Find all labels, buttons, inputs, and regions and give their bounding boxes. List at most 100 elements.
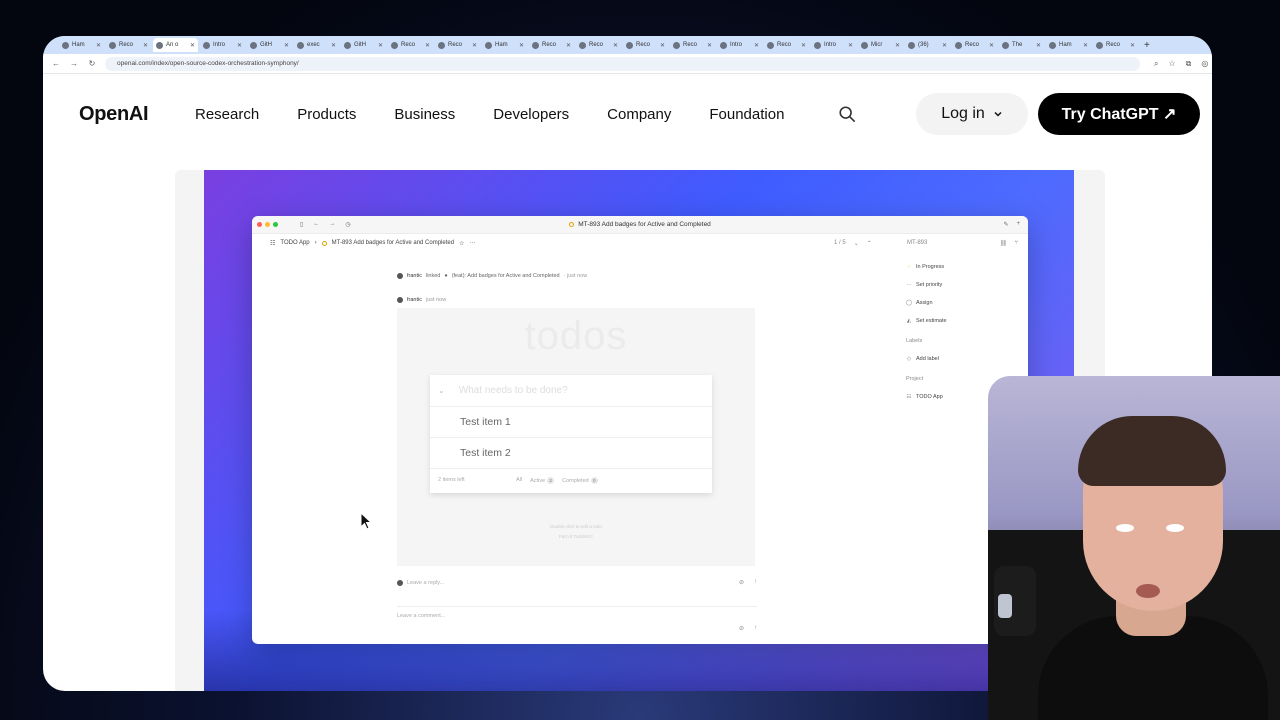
nav-research[interactable]: Research [195,106,259,123]
more-icon[interactable]: ··· [469,240,475,246]
close-icon[interactable]: ✕ [613,42,618,49]
close-icon[interactable]: ✕ [284,42,289,49]
close-icon[interactable]: ✕ [237,42,242,49]
reply-field[interactable]: Leave a reply... ⊘ ↑ [397,579,757,586]
try-chatgpt-button[interactable]: Try ChatGPT ↗ [1038,93,1200,135]
zoom-icon[interactable]: ⌕ [1154,59,1158,69]
browser-tab[interactable]: Ham ✕ [1046,38,1091,52]
nav-developers[interactable]: Developers [493,106,569,123]
browser-tab[interactable]: Ham ✕ [59,38,104,52]
close-icon[interactable]: ✕ [331,42,336,49]
add-icon[interactable]: + [1016,221,1020,228]
send-icon[interactable]: ↑ [754,625,757,632]
browser-tab[interactable]: Reco ✕ [670,38,715,52]
close-icon[interactable]: ✕ [566,42,571,49]
back-icon[interactable]: ← [51,59,61,68]
link-icon[interactable]: ✎ [1003,221,1008,228]
nav-business[interactable]: Business [394,106,455,123]
nav-company[interactable]: Company [607,106,671,123]
status-property[interactable]: ◌ In Progress [906,258,947,276]
favicon-icon [1049,41,1056,49]
link-icon[interactable]: ⛓ [1000,240,1008,247]
profile-icon[interactable]: ◎ [1201,59,1208,69]
branch-icon[interactable]: ⑂ [1014,240,1018,247]
browser-tab[interactable]: GitH ✕ [247,38,292,52]
estimate-property[interactable]: ◭ Set estimate [906,312,947,330]
close-icon[interactable]: ✕ [989,42,994,49]
close-icon[interactable]: ✕ [707,42,712,49]
chevron-down-icon[interactable]: ⌄ [854,240,859,247]
close-icon[interactable]: ✕ [754,42,759,49]
browser-tab[interactable]: Reco ✕ [529,38,574,52]
assign-property[interactable]: ◯ Assign [906,294,947,312]
browser-tab[interactable]: GitH ✕ [341,38,386,52]
close-icon[interactable]: ✕ [96,42,101,49]
browser-tab[interactable]: exec ✕ [294,38,339,52]
browser-tab[interactable]: Ham ✕ [482,38,527,52]
nav-products[interactable]: Products [297,106,356,123]
star-icon[interactable]: ☆ [459,240,464,247]
browser-tab[interactable]: Reco ✕ [952,38,997,52]
browser-tab[interactable]: Reco ✕ [106,38,151,52]
crumb-issue[interactable]: MT-893 Add badges for Active and Complet… [332,240,454,246]
extensions-icon[interactable]: ⧉ [1186,59,1192,69]
browser-tab[interactable]: Reco ✕ [764,38,809,52]
send-icon[interactable]: ↑ [754,579,757,586]
url-input[interactable]: openai.com/index/open-source-codex-orche… [105,56,1140,71]
priority-property[interactable]: ··· Set priority [906,276,947,294]
browser-tab[interactable]: Micr ✕ [858,38,903,52]
close-icon[interactable]: ✕ [378,42,383,49]
browser-tab[interactable]: Reco ✕ [576,38,621,52]
forward-icon[interactable]: → [69,59,79,68]
browser-tab[interactable]: Reco ✕ [388,38,433,52]
close-icon[interactable]: ✕ [660,42,665,49]
browser-tab[interactable]: Intro ✕ [811,38,856,52]
issue-id: MT-893 [907,240,928,246]
browser-tab[interactable]: An o ✕ [153,38,198,52]
openai-logo[interactable]: OpenAI [79,103,149,126]
favicon-icon [297,41,304,49]
close-icon[interactable]: ✕ [425,42,430,49]
filter-all[interactable]: All [516,477,522,483]
close-icon[interactable]: ✕ [519,42,524,49]
close-icon[interactable]: ✕ [895,42,900,49]
attach-icon[interactable]: ⊘ [739,625,744,632]
search-icon[interactable] [838,105,856,123]
filter-active[interactable]: Active 2 [530,476,555,484]
close-icon[interactable]: ✕ [1083,42,1088,49]
todo-item[interactable]: Test item 2 [430,438,712,469]
filter-completed[interactable]: Completed 0 [562,476,598,484]
browser-tab[interactable]: The ✕ [999,38,1044,52]
browser-tab[interactable]: Reco ✕ [1093,38,1138,52]
reload-icon[interactable]: ↻ [87,59,97,68]
close-icon[interactable]: ✕ [143,42,148,49]
nav-foundation[interactable]: Foundation [709,106,784,123]
attach-icon[interactable]: ⊘ [739,579,744,586]
close-icon[interactable]: ✕ [848,42,853,49]
close-icon[interactable]: ✕ [1130,42,1135,49]
browser-tab[interactable]: Reco ✕ [623,38,668,52]
crumb-project[interactable]: TODO App [280,240,309,246]
new-tab-icon[interactable]: + [1144,40,1150,51]
browser-tab[interactable]: Intro ✕ [717,38,762,52]
close-icon[interactable]: ✕ [472,42,477,49]
login-button[interactable]: Log in [916,93,1028,135]
new-todo-input[interactable]: ⌄ What needs to be done? [430,375,712,407]
comment-field[interactable]: Leave a comment... ⊘ ↑ [397,606,757,636]
activity-feed: frantic linked ● (feat): Add badges for … [397,270,757,306]
browser-tab[interactable]: Intro ✕ [200,38,245,52]
add-label-button[interactable]: ◇ Add label [906,350,947,368]
browser-tab[interactable]: Reco ✕ [435,38,480,52]
tab-label: Reco [777,42,792,48]
project-property[interactable]: ☷ TODO App [906,388,947,406]
toggle-all-icon[interactable]: ⌄ [438,386,445,395]
bookmark-star-icon[interactable]: ☆ [1168,59,1175,69]
todo-item[interactable]: Test item 1 [430,407,712,438]
close-icon[interactable]: ✕ [190,42,195,49]
close-icon[interactable]: ✕ [801,42,806,49]
browser-tab[interactable]: (36) ✕ [905,38,950,52]
close-icon[interactable]: ✕ [942,42,947,49]
chevron-up-icon[interactable]: ⌃ [867,240,872,247]
close-icon[interactable]: ✕ [1036,42,1041,49]
tab-label: Intro [730,42,743,48]
